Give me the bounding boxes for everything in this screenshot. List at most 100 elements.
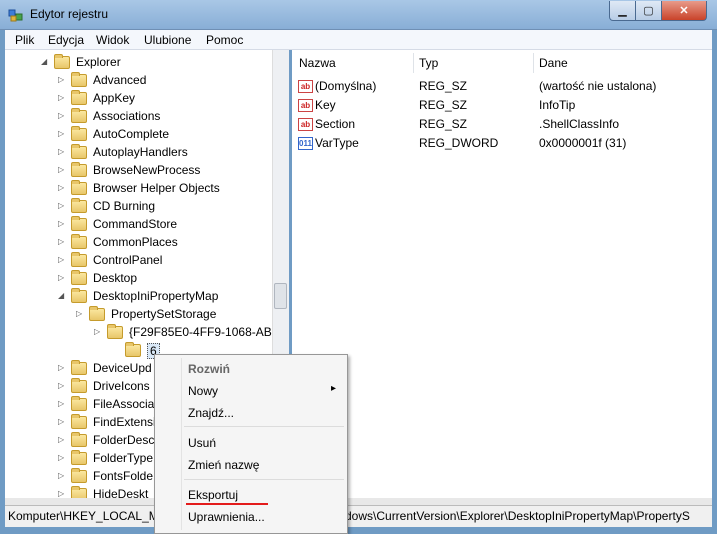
tree-node-label: DeviceUpd xyxy=(93,361,152,375)
horizontal-scrollbar[interactable] xyxy=(5,498,712,505)
value-name-cell[interactable]: Section xyxy=(315,115,355,134)
tree-node-label: DesktopIniPropertyMap xyxy=(93,289,219,303)
menu-item-delete[interactable]: Usuń xyxy=(188,436,216,450)
menu-plik[interactable]: Plik xyxy=(15,33,34,47)
column-divider[interactable] xyxy=(533,53,534,73)
tree-node-label: Desktop xyxy=(93,271,138,285)
folder-icon xyxy=(71,144,87,159)
folder-icon xyxy=(71,72,87,87)
tree-node-label: FolderType xyxy=(93,451,154,465)
context-menu xyxy=(154,354,348,534)
value-type-cell: REG_SZ xyxy=(419,98,468,112)
folder-icon xyxy=(71,378,87,393)
expand-arrow-icon[interactable]: ▷ xyxy=(58,431,66,449)
expand-arrow-icon[interactable]: ▷ xyxy=(58,107,66,125)
tree-node-label: FontsFolde xyxy=(93,469,154,483)
maximize-button[interactable]: ▢ xyxy=(635,1,662,21)
expand-arrow-icon[interactable]: ▷ xyxy=(76,305,84,323)
value-type-cell: REG_SZ xyxy=(419,79,468,93)
menu-item-rename[interactable]: Zmień nazwę xyxy=(188,458,259,472)
tree-node-label: Advanced xyxy=(93,73,147,87)
folder-icon xyxy=(71,162,87,177)
menu-edycja[interactable]: Edycja xyxy=(48,33,84,47)
expand-arrow-icon[interactable]: ▷ xyxy=(94,323,102,341)
menu-pomoc[interactable]: Pomoc xyxy=(206,33,243,47)
collapse-arrow-icon[interactable]: ◢ xyxy=(41,53,49,71)
tree-node-label: {F29F85E0-4FF9-1068-AB91 xyxy=(129,325,286,339)
folder-icon xyxy=(71,360,87,375)
expand-arrow-icon[interactable]: ▷ xyxy=(58,449,66,467)
value-data-cell: 0x0000001f (31) xyxy=(539,136,627,150)
string-value-icon: ab xyxy=(298,80,313,93)
expand-arrow-icon[interactable]: ▷ xyxy=(58,413,66,431)
expand-arrow-icon[interactable]: ▷ xyxy=(58,125,66,143)
close-button[interactable]: ✕ xyxy=(661,1,707,21)
folder-icon xyxy=(71,252,87,267)
expand-arrow-icon[interactable]: ▷ xyxy=(58,161,66,179)
folder-icon xyxy=(71,468,87,483)
tree-scroll-thumb[interactable] xyxy=(274,283,287,309)
value-data-cell: InfoTip xyxy=(539,98,576,112)
export-highlight-underline xyxy=(186,503,268,505)
expand-arrow-icon[interactable]: ▷ xyxy=(58,467,66,485)
submenu-arrow-icon: ▸ xyxy=(331,383,337,394)
expand-arrow-icon[interactable]: ▷ xyxy=(58,395,66,413)
column-divider[interactable] xyxy=(413,53,414,73)
value-type-cell: REG_DWORD xyxy=(419,136,499,150)
folder-icon xyxy=(71,270,87,285)
value-data-cell: (wartość nie ustalona) xyxy=(539,79,657,93)
tree-node-label: AutoplayHandlers xyxy=(93,145,188,159)
expand-arrow-icon[interactable]: ▷ xyxy=(58,197,66,215)
status-path-right: dows\CurrentVersion\Explorer\DesktopIniP… xyxy=(345,509,690,523)
menu-separator xyxy=(184,479,344,480)
folder-icon xyxy=(71,450,87,465)
menu-item-permissions[interactable]: Uprawnienia... xyxy=(188,510,265,524)
folder-icon xyxy=(71,90,87,105)
value-name-cell[interactable]: Key xyxy=(315,96,336,115)
value-name-cell[interactable]: (Domyślna) xyxy=(315,77,376,96)
tree-node-label: FindExtensi xyxy=(93,415,156,429)
value-name-cell[interactable]: VarType xyxy=(315,134,359,153)
expand-arrow-icon[interactable]: ▷ xyxy=(58,215,66,233)
value-type-cell: REG_SZ xyxy=(419,117,468,131)
tree-node-label: FolderDesc xyxy=(93,433,155,447)
expand-arrow-icon[interactable]: ▷ xyxy=(58,179,66,197)
tree-node-label: AutoComplete xyxy=(93,127,170,141)
folder-icon xyxy=(54,54,70,69)
context-menu-gutter xyxy=(181,358,182,530)
expand-arrow-icon[interactable]: ▷ xyxy=(58,377,66,395)
tree-node-label: PropertySetStorage xyxy=(111,307,217,321)
column-header-data[interactable]: Dane xyxy=(539,56,568,70)
menu-ulubione[interactable]: Ulubione xyxy=(144,33,191,47)
menu-item-new[interactable]: Nowy xyxy=(188,384,218,398)
menu-item-find[interactable]: Znajdź... xyxy=(188,406,234,420)
folder-icon xyxy=(71,198,87,213)
folder-icon xyxy=(71,180,87,195)
column-header-name[interactable]: Nazwa xyxy=(299,56,336,70)
registry-editor-icon xyxy=(8,9,23,22)
collapse-arrow-icon[interactable]: ◢ xyxy=(58,287,66,305)
tree-node-label: CD Burning xyxy=(93,199,156,213)
menu-item-export[interactable]: Eksportuj xyxy=(188,488,238,502)
tree-node-label: BrowseNewProcess xyxy=(93,163,201,177)
tree-node-label: DriveIcons xyxy=(93,379,150,393)
folder-icon xyxy=(71,432,87,447)
folder-icon xyxy=(71,396,87,411)
status-path-left: Komputer\HKEY_LOCAL_M xyxy=(8,509,159,523)
column-header-type[interactable]: Typ xyxy=(419,56,438,70)
expand-arrow-icon[interactable]: ▷ xyxy=(58,269,66,287)
expand-arrow-icon[interactable]: ▷ xyxy=(58,71,66,89)
expand-arrow-icon[interactable]: ▷ xyxy=(58,143,66,161)
folder-icon xyxy=(89,306,105,321)
expand-arrow-icon[interactable]: ▷ xyxy=(58,233,66,251)
tree-node-label: AppKey xyxy=(93,91,136,105)
menu-widok[interactable]: Widok xyxy=(96,33,129,47)
menu-item-expand[interactable]: Rozwiń xyxy=(188,362,230,376)
expand-arrow-icon[interactable]: ▷ xyxy=(58,251,66,269)
tree-node-label: ControlPanel xyxy=(93,253,163,267)
folder-icon xyxy=(107,324,123,339)
expand-arrow-icon[interactable]: ▷ xyxy=(58,89,66,107)
minimize-button[interactable]: ▁ xyxy=(609,1,636,21)
expand-arrow-icon[interactable]: ▷ xyxy=(58,359,66,377)
binary-value-icon: 011 xyxy=(298,137,313,150)
